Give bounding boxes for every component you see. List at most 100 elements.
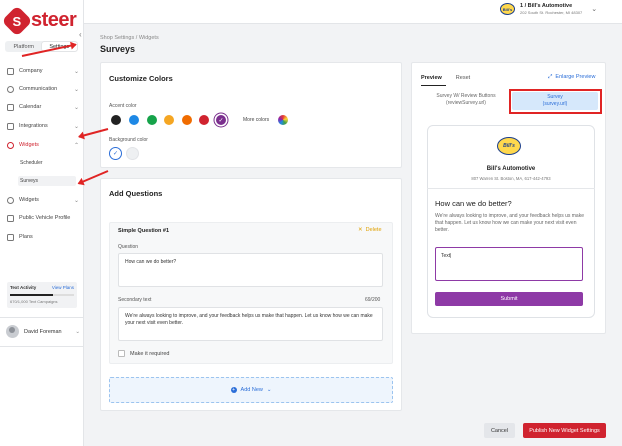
widget-icon <box>7 196 14 204</box>
question-block <box>109 222 393 364</box>
swatch-purple-selected[interactable]: ✓ <box>216 115 226 125</box>
add-new-button[interactable]: + Add New ⌄ <box>109 377 393 403</box>
usage-text: 670/1,000 Text Campaigns <box>10 299 58 304</box>
subnav-surveys[interactable]: Surveys <box>18 176 76 186</box>
preview-heading: How can we do better? <box>435 199 512 208</box>
color-wheel-icon[interactable] <box>278 115 288 125</box>
nav-label: Communication <box>19 86 58 92</box>
brand-name: steer <box>31 9 77 31</box>
secondary-text-input[interactable]: We're always looking to improve, and you… <box>118 307 383 341</box>
segment-platform[interactable]: Platform <box>6 42 42 51</box>
preview-shop-address: 807 Warren St. Boston, MA, 617-442-4793 <box>471 176 551 181</box>
nav-label: Company <box>19 68 43 74</box>
delete-label: Delete <box>365 227 382 233</box>
bg-swatch-gray[interactable] <box>126 147 139 160</box>
close-icon: ✕ <box>358 227 363 233</box>
option-review-survey[interactable]: Survey W/ Review Buttons (reviewSurvey.u… <box>427 93 505 111</box>
enlarge-label: Enlarge Preview <box>555 74 596 80</box>
subnav-scheduler[interactable]: Scheduler <box>18 158 43 168</box>
nav-public-vehicle-profile[interactable]: Public Vehicle Profile <box>5 212 79 224</box>
nav-label: Widgets <box>19 142 39 148</box>
question-label: Question <box>118 244 139 250</box>
required-checkbox-row[interactable]: Make it required <box>118 350 169 357</box>
view-plans-link[interactable]: View Plans <box>52 285 74 290</box>
accent-color-label: Accent color <box>109 103 137 109</box>
chevron-down-icon: ⌄ <box>75 328 80 335</box>
user-name: David Foreman <box>24 328 62 335</box>
checkmark-icon: ✓ <box>218 117 224 124</box>
swatch-black[interactable] <box>111 115 121 125</box>
enlarge-preview-link[interactable]: ⤢ Enlarge Preview <box>548 74 595 81</box>
nav-communication[interactable]: Communication ⌄ <box>5 83 79 95</box>
text-activity-label: Text Activity <box>10 285 37 290</box>
chevron-down-icon: ⌄ <box>73 197 79 204</box>
account-address: 202 South St. Rochester, MI 48307 <box>520 10 583 15</box>
nav-calendar[interactable]: Calendar ⌄ <box>5 101 79 113</box>
usage-progress-fill <box>10 294 53 296</box>
nav-label: Public Vehicle Profile <box>19 215 71 221</box>
publish-button[interactable]: Publish New Widget Settings <box>523 423 606 438</box>
cancel-button[interactable]: Cancel <box>484 423 515 438</box>
chevron-up-icon: ⌃ <box>73 142 79 149</box>
usage-progress-bar <box>10 294 74 296</box>
account-logo: Bill's <box>500 3 515 15</box>
chevron-down-icon: ⌄ <box>266 387 272 393</box>
active-tab-underline <box>421 85 446 86</box>
bg-swatch-white-selected[interactable]: ✓ <box>109 147 122 160</box>
collapse-sidebar-icon[interactable]: ‹ <box>79 30 82 39</box>
nav-label: Plans <box>19 234 33 240</box>
preview-shop-name: Bill's Automotive <box>486 166 536 172</box>
nav-integrations[interactable]: Integrations ⌄ <box>5 120 79 132</box>
tab-preview[interactable]: Preview <box>421 75 442 81</box>
divider <box>427 188 595 189</box>
nav-label: Widgets <box>19 197 39 203</box>
calendar-icon <box>7 103 14 111</box>
option-survey-selected[interactable]: Survey (survey.url) <box>512 92 598 110</box>
text-activity-card: Text Activity View Plans 670/1,000 Text C… <box>7 282 77 308</box>
avatar <box>6 325 19 338</box>
widget-icon <box>7 141 14 149</box>
page-title: Surveys <box>100 44 136 54</box>
question-title: Simple Question #1 <box>118 228 170 234</box>
delete-question-button[interactable]: ✕ Delete <box>358 227 382 233</box>
checkmark-icon: ✓ <box>112 151 119 157</box>
chevron-down-icon: ⌄ <box>73 104 79 111</box>
chevron-down-icon: ⌄ <box>73 86 79 93</box>
nav-plans[interactable]: Plans <box>5 231 79 243</box>
preview-tabs: Preview Reset <box>421 75 470 81</box>
nav-widgets[interactable]: Widgets ⌄ <box>5 194 79 206</box>
more-colors-link[interactable]: More colors <box>243 117 269 123</box>
nav-label: Calendar <box>19 104 42 110</box>
divider <box>0 346 84 347</box>
customize-colors-title: Customize Colors <box>109 74 173 83</box>
preview-text-input[interactable]: Text| <box>435 247 583 281</box>
breadcrumb: Shop Settings / Widgets <box>100 35 159 41</box>
preview-body: We're always looking to improve, and you… <box>435 213 584 233</box>
add-new-label: Add New <box>240 387 263 393</box>
preview-submit-button[interactable]: Submit <box>435 292 583 306</box>
plus-circle-icon: + <box>230 387 237 393</box>
nav-widgets-active[interactable]: Widgets ⌃ <box>5 139 79 151</box>
swatch-red[interactable] <box>199 115 209 125</box>
divider <box>0 317 84 318</box>
required-checkbox[interactable] <box>118 350 125 357</box>
required-label: Make it required <box>130 350 170 357</box>
nav-company[interactable]: Company ⌄ <box>5 65 79 77</box>
account-name: 1 / Bill's Automotive <box>520 3 573 9</box>
shop-logo: Bill's <box>497 137 521 155</box>
question-input[interactable]: How can we do better? <box>118 253 383 287</box>
user-menu[interactable]: David Foreman ⌄ <box>6 325 80 338</box>
chevron-down-icon: ⌄ <box>591 6 598 13</box>
chat-icon <box>7 85 14 93</box>
swatch-orange[interactable] <box>182 115 192 125</box>
plans-icon <box>7 233 14 241</box>
swatch-yellow[interactable] <box>164 115 174 125</box>
brand-logo[interactable]: S steer <box>1 4 77 37</box>
steer-logo-icon: S <box>1 4 33 37</box>
swatch-blue[interactable] <box>129 115 139 125</box>
account-switcher[interactable]: Bill's 1 / Bill's Automotive 202 South S… <box>500 3 597 15</box>
integrations-icon <box>7 122 14 130</box>
tab-reset[interactable]: Reset <box>456 75 470 81</box>
car-icon <box>7 214 14 222</box>
swatch-green[interactable] <box>147 115 157 125</box>
